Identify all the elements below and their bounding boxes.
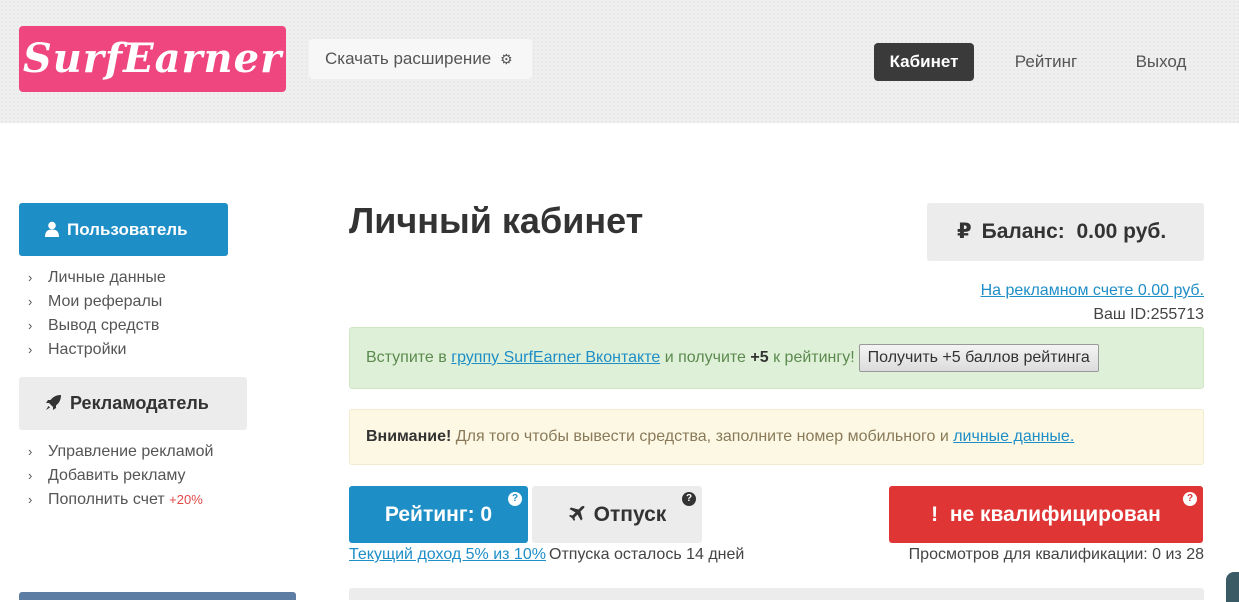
header: SurfEarner Скачать расширение ⚙ Кабинет … [0, 0, 1239, 123]
balance-label: Баланс: [981, 220, 1065, 243]
chevron-right-icon: › [28, 270, 33, 285]
sidebar-item-label: Добавить рекламу [48, 467, 186, 484]
sidebar-item-withdraw[interactable]: › Вывод средств [28, 314, 166, 338]
current-income-link[interactable]: Текущий доход 5% из 10% [349, 546, 546, 564]
sidebar-item-label: Пополнить счет [48, 491, 165, 508]
vk-group-alert: Вступите в группу SurfEarner Вконтакте и… [349, 327, 1204, 389]
nav-cabinet[interactable]: Кабинет [874, 43, 974, 81]
sidebar-item-label: Мои рефералы [48, 293, 163, 310]
chevron-right-icon: › [28, 294, 33, 309]
rocket-icon [46, 395, 61, 410]
sidebar-item-add-ad[interactable]: › Добавить рекламу [28, 464, 213, 488]
balance-box: ₽ Баланс: 0.00 руб. [927, 203, 1204, 261]
exclamation-icon: ! [931, 503, 939, 526]
qualification-views: Просмотров для квалификации: 0 из 28 [908, 546, 1204, 563]
help-icon[interactable]: ? [1183, 492, 1197, 506]
vk-alert-bonus: +5 [750, 349, 769, 366]
sidebar-item-settings[interactable]: › Настройки [28, 338, 166, 362]
download-extension-label: Скачать расширение [325, 49, 492, 68]
sidebar-next-block [19, 592, 296, 600]
warning-alert: Внимание! Для того чтобы вывести средств… [349, 409, 1204, 465]
sidebar-item-topup[interactable]: › Пополнить счет +20% [28, 488, 213, 512]
qualification-status-button[interactable]: ! не квалифицирован ? [889, 486, 1203, 543]
nav-exit[interactable]: Выход [1120, 43, 1202, 81]
vk-alert-middle: и получите [664, 349, 746, 366]
user-menu: › Личные данные › Мои рефералы › Вывод сред… [28, 266, 166, 362]
warning-text: Для того чтобы вывести средства, заполни… [455, 428, 949, 445]
user-id: Ваш ID:255713 [1093, 306, 1204, 323]
personal-data-link[interactable]: личные данные. [953, 428, 1074, 445]
user-icon [45, 221, 59, 237]
vk-alert-prefix: Вступите в [366, 349, 447, 366]
page-title: Личный кабинет [349, 200, 644, 241]
qualification-label: не квалифицирован [949, 503, 1161, 526]
sidebar-item-referrals[interactable]: › Мои рефералы [28, 290, 166, 314]
sidebar-item-personal-data[interactable]: › Личные данные [28, 266, 166, 290]
download-extension-button[interactable]: Скачать расширение ⚙ [309, 39, 532, 79]
sidebar-item-label: Управление рекламой [48, 443, 214, 460]
balance-value: 0.00 руб. [1076, 220, 1167, 243]
vacation-remaining: Отпуска осталось 14 дней [549, 546, 745, 563]
ad-account-link[interactable]: На рекламном счете 0.00 руб. [981, 282, 1204, 300]
rating-button[interactable]: Рейтинг: 0 ? [349, 486, 528, 543]
ruble-icon: ₽ [957, 220, 972, 243]
logo[interactable]: SurfEarner [19, 26, 286, 92]
advertiser-menu: › Управление рекламой › Добавить рекламу ›… [28, 440, 213, 512]
gear-icon: ⚙ [500, 51, 513, 67]
sidebar-item-label: Настройки [48, 341, 127, 358]
help-icon[interactable]: ? [682, 492, 696, 506]
sidebar-item-label: Личные данные [48, 269, 166, 286]
rating-label: Рейтинг: 0 [384, 503, 493, 526]
user-section-button[interactable]: Пользователь [19, 203, 228, 256]
chevron-right-icon: › [28, 444, 33, 459]
help-icon[interactable]: ? [508, 492, 522, 506]
user-section-label: Пользователь [67, 220, 188, 239]
sidebar-item-label: Вывод средств [48, 317, 160, 334]
vacation-label: Отпуск [593, 503, 667, 526]
chevron-right-icon: › [28, 468, 33, 483]
floating-widget[interactable] [1226, 572, 1239, 602]
chevron-right-icon: › [28, 342, 33, 357]
sidebar-item-manage-ads[interactable]: › Управление рекламой [28, 440, 213, 464]
get-rating-points-button[interactable]: Получить +5 баллов рейтинга [858, 343, 1099, 372]
warning-title: Внимание! [366, 428, 452, 445]
plane-icon [568, 505, 585, 521]
vacation-button[interactable]: Отпуск ? [532, 486, 702, 543]
next-panel [349, 588, 1204, 600]
nav-rating[interactable]: Рейтинг [998, 43, 1094, 81]
topup-bonus-badge: +20% [169, 492, 203, 507]
vk-group-link[interactable]: группу SurfEarner Вконтакте [451, 349, 660, 366]
advertiser-section-label: Рекламодатель [70, 393, 209, 413]
vk-alert-suffix: к рейтингу! [773, 349, 855, 366]
advertiser-section-button[interactable]: Рекламодатель [19, 377, 247, 430]
chevron-right-icon: › [28, 492, 33, 507]
chevron-right-icon: › [28, 318, 33, 333]
